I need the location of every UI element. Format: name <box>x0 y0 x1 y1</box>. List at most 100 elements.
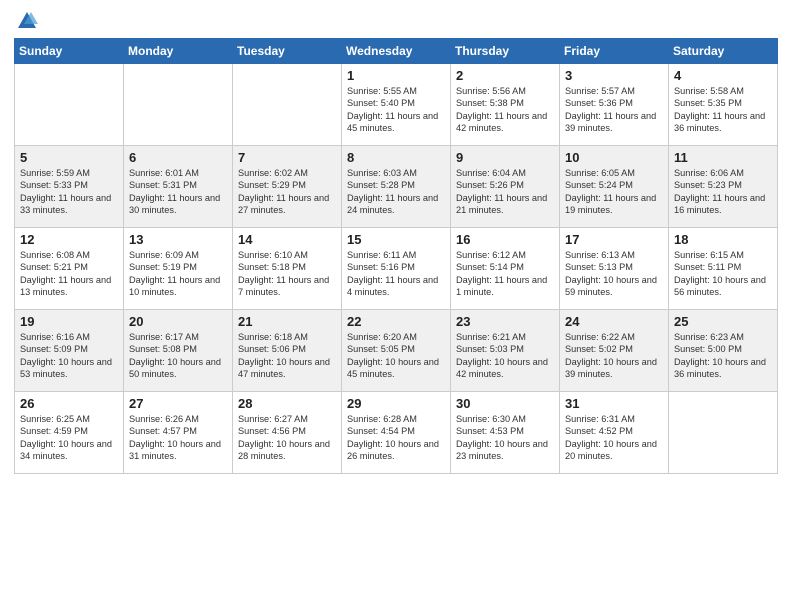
calendar-cell: 13 Sunrise: 6:09 AM Sunset: 5:19 PM Dayli… <box>124 228 233 310</box>
day-number: 4 <box>674 68 772 83</box>
day-number: 20 <box>129 314 227 329</box>
cell-text: Sunrise: 6:31 AM Sunset: 4:52 PM Dayligh… <box>565 413 663 463</box>
cell-text: Sunrise: 6:01 AM Sunset: 5:31 PM Dayligh… <box>129 167 227 217</box>
cell-text: Sunrise: 6:10 AM Sunset: 5:18 PM Dayligh… <box>238 249 336 299</box>
cell-text: Sunrise: 6:15 AM Sunset: 5:11 PM Dayligh… <box>674 249 772 299</box>
calendar-cell <box>15 64 124 146</box>
day-number: 9 <box>456 150 554 165</box>
calendar-cell: 27 Sunrise: 6:26 AM Sunset: 4:57 PM Dayli… <box>124 392 233 474</box>
logo <box>14 10 38 30</box>
calendar-cell: 25 Sunrise: 6:23 AM Sunset: 5:00 PM Dayli… <box>669 310 778 392</box>
day-number: 3 <box>565 68 663 83</box>
day-number: 10 <box>565 150 663 165</box>
day-number: 15 <box>347 232 445 247</box>
cell-text: Sunrise: 6:26 AM Sunset: 4:57 PM Dayligh… <box>129 413 227 463</box>
calendar-cell: 4 Sunrise: 5:58 AM Sunset: 5:35 PM Daylig… <box>669 64 778 146</box>
cell-text: Sunrise: 5:58 AM Sunset: 5:35 PM Dayligh… <box>674 85 772 135</box>
calendar-cell: 30Sunrise: 6:30 AM Sunset: 4:53 PM Dayli… <box>451 392 560 474</box>
cell-text: Sunrise: 6:11 AM Sunset: 5:16 PM Dayligh… <box>347 249 445 299</box>
calendar-header-tuesday: Tuesday <box>233 39 342 64</box>
calendar-cell: 29 Sunrise: 6:28 AM Sunset: 4:54 PM Dayli… <box>342 392 451 474</box>
calendar-cell: 23 Sunrise: 6:21 AM Sunset: 5:03 PM Dayli… <box>451 310 560 392</box>
calendar-cell: 12 Sunrise: 6:08 AM Sunset: 5:21 PM Dayli… <box>15 228 124 310</box>
calendar-cell: 26Sunrise: 6:25 AM Sunset: 4:59 PM Dayli… <box>15 392 124 474</box>
calendar-week-row: 26Sunrise: 6:25 AM Sunset: 4:59 PM Dayli… <box>15 392 778 474</box>
calendar-cell: 19 Sunrise: 6:16 AM Sunset: 5:09 PM Dayli… <box>15 310 124 392</box>
calendar-header-wednesday: Wednesday <box>342 39 451 64</box>
cell-text: Sunrise: 6:13 AM Sunset: 5:13 PM Dayligh… <box>565 249 663 299</box>
day-number: 12 <box>20 232 118 247</box>
day-number: 8 <box>347 150 445 165</box>
logo-icon <box>16 10 38 32</box>
cell-text: Sunrise: 6:21 AM Sunset: 5:03 PM Dayligh… <box>456 331 554 381</box>
header <box>14 10 778 30</box>
calendar-cell: 8 Sunrise: 6:03 AM Sunset: 5:28 PM Daylig… <box>342 146 451 228</box>
calendar-cell: 24Sunrise: 6:22 AM Sunset: 5:02 PM Dayli… <box>560 310 669 392</box>
cell-text: Sunrise: 6:08 AM Sunset: 5:21 PM Dayligh… <box>20 249 118 299</box>
day-number: 31 <box>565 396 663 411</box>
cell-text: Sunrise: 6:03 AM Sunset: 5:28 PM Dayligh… <box>347 167 445 217</box>
day-number: 21 <box>238 314 336 329</box>
calendar-cell: 1Sunrise: 5:55 AM Sunset: 5:40 PM Daylig… <box>342 64 451 146</box>
calendar-cell: 18 Sunrise: 6:15 AM Sunset: 5:11 PM Dayli… <box>669 228 778 310</box>
day-number: 11 <box>674 150 772 165</box>
day-number: 13 <box>129 232 227 247</box>
calendar-cell: 22Sunrise: 6:20 AM Sunset: 5:05 PM Dayli… <box>342 310 451 392</box>
calendar-cell: 31 Sunrise: 6:31 AM Sunset: 4:52 PM Dayli… <box>560 392 669 474</box>
day-number: 5 <box>20 150 118 165</box>
day-number: 30 <box>456 396 554 411</box>
day-number: 25 <box>674 314 772 329</box>
calendar-header-friday: Friday <box>560 39 669 64</box>
calendar-cell: 7 Sunrise: 6:02 AM Sunset: 5:29 PM Daylig… <box>233 146 342 228</box>
calendar-cell: 5 Sunrise: 5:59 AM Sunset: 5:33 PM Daylig… <box>15 146 124 228</box>
calendar-cell <box>233 64 342 146</box>
cell-text: Sunrise: 6:28 AM Sunset: 4:54 PM Dayligh… <box>347 413 445 463</box>
calendar-header-sunday: Sunday <box>15 39 124 64</box>
calendar-cell <box>124 64 233 146</box>
calendar-table: SundayMondayTuesdayWednesdayThursdayFrid… <box>14 38 778 474</box>
calendar-week-row: 5 Sunrise: 5:59 AM Sunset: 5:33 PM Daylig… <box>15 146 778 228</box>
cell-text: Sunrise: 6:06 AM Sunset: 5:23 PM Dayligh… <box>674 167 772 217</box>
day-number: 29 <box>347 396 445 411</box>
day-number: 19 <box>20 314 118 329</box>
calendar-cell: 15 Sunrise: 6:11 AM Sunset: 5:16 PM Dayli… <box>342 228 451 310</box>
day-number: 17 <box>565 232 663 247</box>
calendar-week-row: 19 Sunrise: 6:16 AM Sunset: 5:09 PM Dayli… <box>15 310 778 392</box>
cell-text: Sunrise: 5:59 AM Sunset: 5:33 PM Dayligh… <box>20 167 118 217</box>
cell-text: Sunrise: 6:25 AM Sunset: 4:59 PM Dayligh… <box>20 413 118 463</box>
cell-text: Sunrise: 6:27 AM Sunset: 4:56 PM Dayligh… <box>238 413 336 463</box>
calendar-cell: 3Sunrise: 5:57 AM Sunset: 5:36 PM Daylig… <box>560 64 669 146</box>
cell-text: Sunrise: 6:09 AM Sunset: 5:19 PM Dayligh… <box>129 249 227 299</box>
cell-text: Sunrise: 6:02 AM Sunset: 5:29 PM Dayligh… <box>238 167 336 217</box>
day-number: 27 <box>129 396 227 411</box>
cell-text: Sunrise: 5:55 AM Sunset: 5:40 PM Dayligh… <box>347 85 445 135</box>
cell-text: Sunrise: 6:12 AM Sunset: 5:14 PM Dayligh… <box>456 249 554 299</box>
calendar-cell: 11 Sunrise: 6:06 AM Sunset: 5:23 PM Dayli… <box>669 146 778 228</box>
day-number: 18 <box>674 232 772 247</box>
calendar-cell: 28Sunrise: 6:27 AM Sunset: 4:56 PM Dayli… <box>233 392 342 474</box>
calendar-cell: 14Sunrise: 6:10 AM Sunset: 5:18 PM Dayli… <box>233 228 342 310</box>
calendar-cell: 9Sunrise: 6:04 AM Sunset: 5:26 PM Daylig… <box>451 146 560 228</box>
day-number: 23 <box>456 314 554 329</box>
main-container: SundayMondayTuesdayWednesdayThursdayFrid… <box>0 0 792 482</box>
calendar-cell <box>669 392 778 474</box>
cell-text: Sunrise: 6:20 AM Sunset: 5:05 PM Dayligh… <box>347 331 445 381</box>
day-number: 7 <box>238 150 336 165</box>
day-number: 6 <box>129 150 227 165</box>
cell-text: Sunrise: 6:17 AM Sunset: 5:08 PM Dayligh… <box>129 331 227 381</box>
calendar-header-row: SundayMondayTuesdayWednesdayThursdayFrid… <box>15 39 778 64</box>
calendar-cell: 21 Sunrise: 6:18 AM Sunset: 5:06 PM Dayli… <box>233 310 342 392</box>
day-number: 2 <box>456 68 554 83</box>
day-number: 16 <box>456 232 554 247</box>
cell-text: Sunrise: 6:16 AM Sunset: 5:09 PM Dayligh… <box>20 331 118 381</box>
cell-text: Sunrise: 6:18 AM Sunset: 5:06 PM Dayligh… <box>238 331 336 381</box>
calendar-cell: 10 Sunrise: 6:05 AM Sunset: 5:24 PM Dayli… <box>560 146 669 228</box>
calendar-header-saturday: Saturday <box>669 39 778 64</box>
calendar-cell: 16 Sunrise: 6:12 AM Sunset: 5:14 PM Dayli… <box>451 228 560 310</box>
day-number: 24 <box>565 314 663 329</box>
calendar-week-row: 12 Sunrise: 6:08 AM Sunset: 5:21 PM Dayli… <box>15 228 778 310</box>
calendar-cell: 20 Sunrise: 6:17 AM Sunset: 5:08 PM Dayli… <box>124 310 233 392</box>
cell-text: Sunrise: 6:05 AM Sunset: 5:24 PM Dayligh… <box>565 167 663 217</box>
cell-text: Sunrise: 5:56 AM Sunset: 5:38 PM Dayligh… <box>456 85 554 135</box>
cell-text: Sunrise: 6:23 AM Sunset: 5:00 PM Dayligh… <box>674 331 772 381</box>
